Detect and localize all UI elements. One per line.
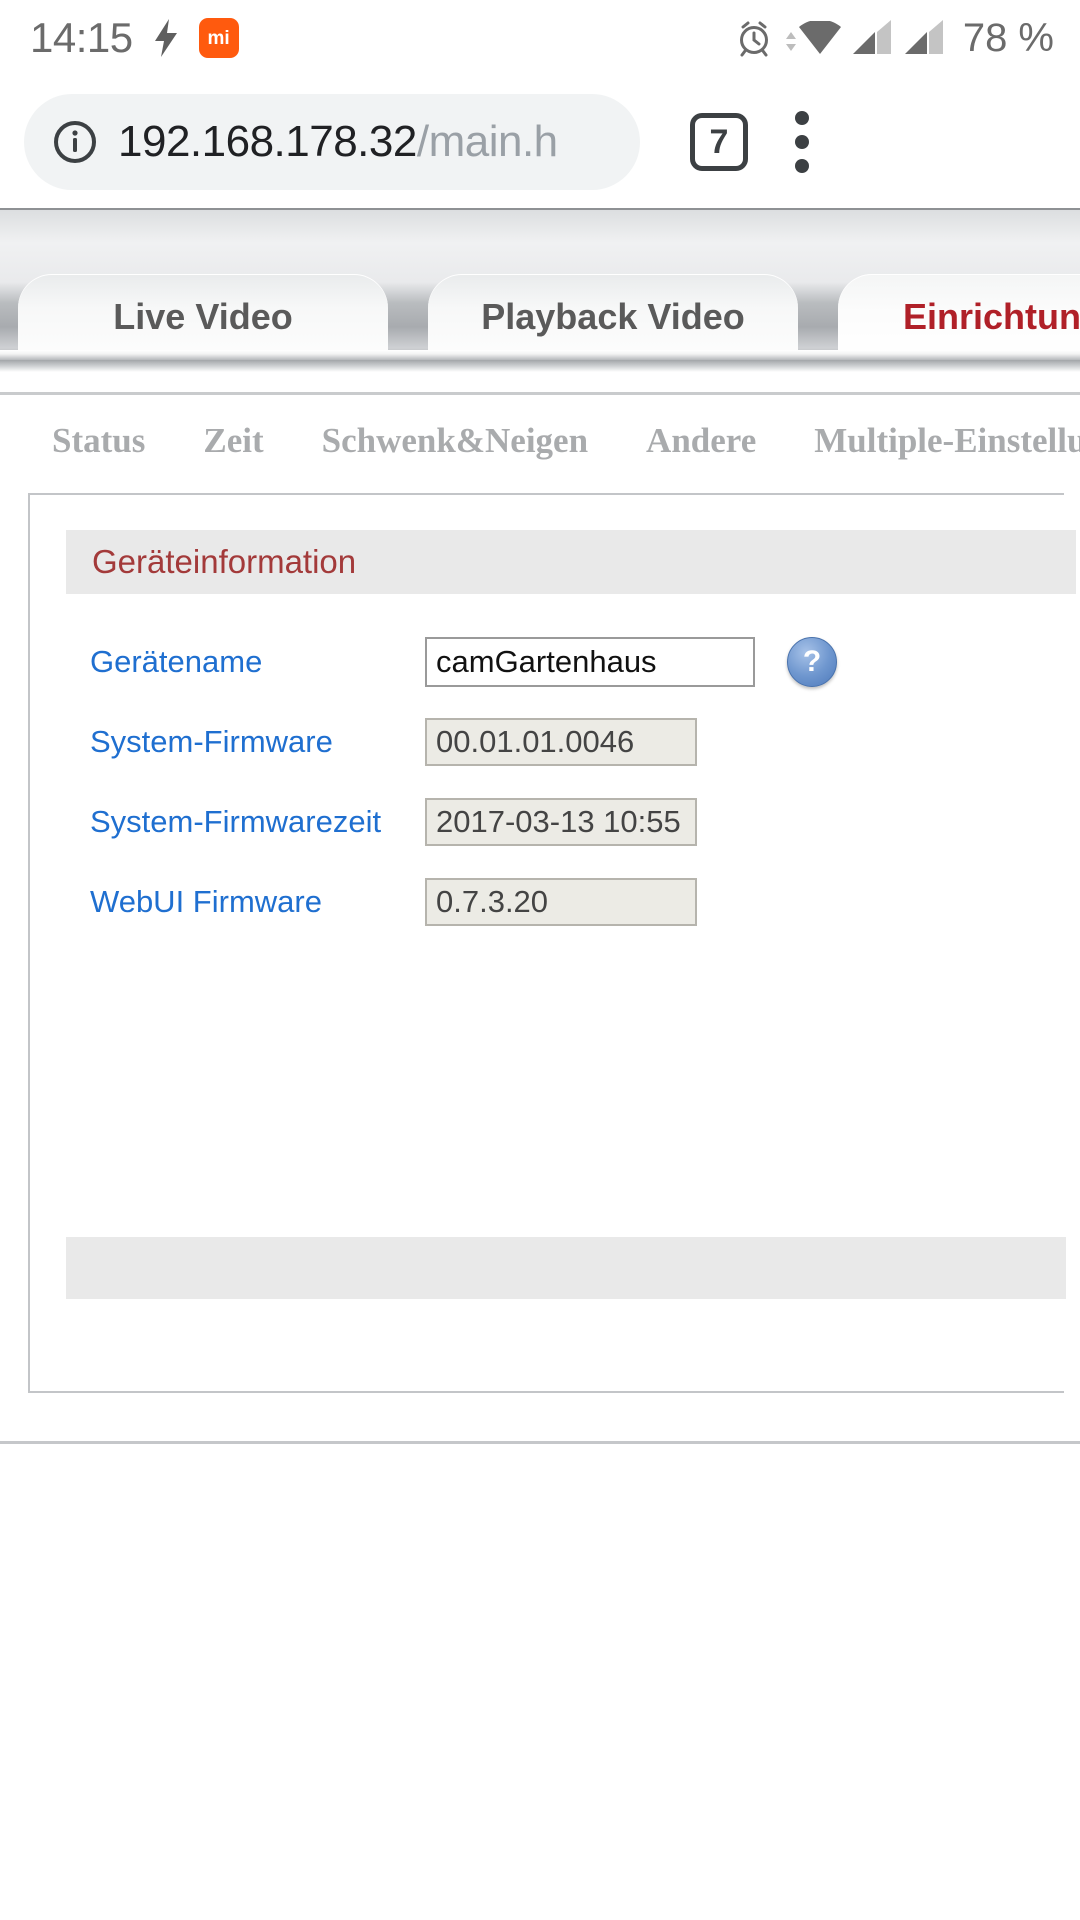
tab-playback-video-label: Playback Video xyxy=(481,296,745,337)
status-bar-left: 14:15 mi xyxy=(30,14,239,62)
wifi-icon xyxy=(798,21,841,54)
page-bottom-rule xyxy=(0,1441,1080,1444)
tab-strip-gap xyxy=(0,372,1080,392)
status-clock: 14:15 xyxy=(30,14,133,61)
tab-live-video-label: Live Video xyxy=(113,296,293,337)
panel-footer-bar xyxy=(66,1237,1066,1299)
webui-firmware-value: 0.7.3.20 xyxy=(425,878,697,926)
mi-app-label: mi xyxy=(207,27,230,49)
form-row-webui-firmware: WebUI Firmware 0.7.3.20 xyxy=(30,862,1064,942)
subnav-item-zeit[interactable]: Zeit xyxy=(203,421,263,461)
android-status-bar: 14:15 mi 78 % xyxy=(0,0,1080,76)
menu-dot xyxy=(795,135,809,149)
form-row-system-firmwarezeit: System-Firmwarezeit 2017-03-13 10:55 xyxy=(30,782,1064,862)
geraetename-input[interactable] xyxy=(425,637,755,687)
panel-header: Geräteinformation xyxy=(66,530,1076,594)
info-circle-icon[interactable] xyxy=(52,119,98,165)
tab-strip-shadow xyxy=(0,360,1080,372)
tab-einrichtung[interactable]: Einrichtung xyxy=(838,274,1080,360)
help-icon-glyph: ? xyxy=(802,645,822,678)
system-firmware-value: 00.01.01.0046 xyxy=(425,718,697,766)
tab-strip-base xyxy=(0,350,1080,360)
alarm-clock-icon xyxy=(739,21,768,57)
url-host: 192.168.178.32 xyxy=(118,117,417,166)
camera-web-page: Live Video Playback Video Einrichtung St… xyxy=(0,208,1080,1920)
sub-navigation: Status Zeit Schwenk&Neigen Andere Multip… xyxy=(0,395,1080,487)
tab-einrichtung-label: Einrichtung xyxy=(903,296,1080,337)
url-bar[interactable]: 192.168.178.32/main.h xyxy=(24,94,640,190)
tab-live-video[interactable]: Live Video xyxy=(18,274,388,360)
tab-count-label: 7 xyxy=(709,123,729,161)
signal-bars-icon xyxy=(852,20,891,54)
browser-toolbar: 192.168.178.32/main.h 7 xyxy=(0,76,1080,208)
label-system-firmware: System-Firmware xyxy=(90,724,333,759)
wifi-transfer-arrows-icon xyxy=(785,32,796,51)
tab-playback-video[interactable]: Playback Video xyxy=(428,274,798,360)
battery-percentage: 78 % xyxy=(962,15,1054,60)
wifi-indicator xyxy=(785,21,841,55)
lightning-bolt-icon xyxy=(154,19,177,57)
main-tabs: Live Video Playback Video Einrichtung xyxy=(0,264,1080,360)
subnav-item-schwenk-neigen[interactable]: Schwenk&Neigen xyxy=(322,421,588,461)
label-geraetename: Gerätename xyxy=(90,644,263,679)
help-icon[interactable]: ? xyxy=(787,637,837,687)
label-webui-firmware: WebUI Firmware xyxy=(90,884,322,919)
device-information-panel: Geräteinformation Gerätename ? System-Fi… xyxy=(28,493,1076,1393)
mi-app-icon: mi xyxy=(198,18,239,58)
url-text[interactable]: 192.168.178.32/main.h xyxy=(118,117,558,167)
tab-counter-button[interactable]: 7 xyxy=(690,113,748,171)
form-row-geraetename: Gerätename ? xyxy=(30,622,1064,702)
label-system-firmwarezeit: System-Firmwarezeit xyxy=(90,804,382,839)
signal-bars-icon xyxy=(904,20,943,54)
subnav-item-status[interactable]: Status xyxy=(52,421,145,461)
device-information-form: Gerätename ? System-Firmware 00.01.01.00… xyxy=(30,594,1064,942)
menu-dot xyxy=(795,159,809,173)
subnav-item-andere[interactable]: Andere xyxy=(646,421,756,461)
form-row-system-firmware: System-Firmware 00.01.01.0046 xyxy=(30,702,1064,782)
system-firmwarezeit-value: 2017-03-13 10:55 xyxy=(425,798,697,846)
status-bar-right: 78 % xyxy=(735,16,1054,61)
more-vertical-icon[interactable] xyxy=(794,111,810,173)
subnav-item-multiple-einstellungen[interactable]: Multiple-Einstellungen xyxy=(814,421,1080,461)
url-path: /main.h xyxy=(416,117,558,166)
page-title: Geräteinformation xyxy=(92,543,357,580)
menu-dot xyxy=(795,111,809,125)
main-tab-strip: Live Video Playback Video Einrichtung xyxy=(0,208,1080,360)
